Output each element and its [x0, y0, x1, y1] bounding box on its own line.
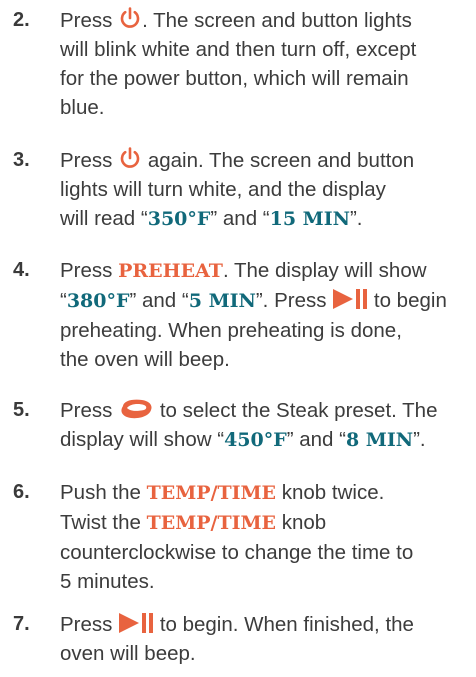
- temperature-value: 350°F: [147, 208, 211, 230]
- step-text: Press to select the Steak preset. The di…: [60, 396, 472, 455]
- text: again. The screen and button: [147, 149, 415, 172]
- text: ” and “: [210, 207, 270, 230]
- step-text: Press again. The screen and button light…: [60, 146, 472, 234]
- step-number: 5.: [13, 399, 30, 421]
- time-value: 8 MIN: [345, 429, 414, 451]
- text: “: [60, 289, 67, 312]
- text: oven will beep.: [60, 642, 196, 665]
- text: 5 minutes.: [60, 570, 155, 593]
- text: preheating. When preheating is done,: [60, 319, 402, 342]
- steak-icon: [121, 399, 152, 419]
- temp-time-knob-label: TEMP/TIME: [146, 512, 277, 534]
- text: . The screen and button lights: [142, 9, 412, 32]
- temp-time-knob-label: TEMP/TIME: [146, 482, 277, 504]
- preheat-mode-label: PREHEAT: [118, 260, 223, 282]
- text: will blink white and then turn off, exce…: [60, 38, 417, 61]
- text: blue.: [60, 96, 105, 119]
- text: ” and “: [286, 428, 346, 451]
- step-number: 6.: [13, 481, 30, 503]
- temperature-value: 450°F: [224, 429, 287, 451]
- text: Press: [60, 399, 113, 422]
- temperature-value: 380°F: [66, 290, 130, 312]
- text: Press: [60, 149, 113, 172]
- text: Push the: [60, 481, 141, 504]
- power-icon: [120, 147, 140, 168]
- text: will read “: [60, 207, 148, 230]
- text: Press: [60, 9, 113, 32]
- text: ”.: [349, 207, 363, 230]
- time-value: 5 MIN: [188, 290, 256, 312]
- step-text: Press PREHEAT. The display will show “38…: [60, 256, 472, 374]
- text: lights will turn white, and the display: [60, 178, 386, 201]
- step-text: Press . The screen and button lights wil…: [60, 6, 472, 122]
- text: to begin: [373, 289, 447, 312]
- text: to select the Steak preset. The: [159, 399, 438, 422]
- text: knob twice.: [281, 481, 385, 504]
- text: . The display will show: [222, 259, 427, 282]
- start-pause-icon: [119, 613, 154, 633]
- power-icon: [120, 7, 140, 28]
- step-number: 7.: [13, 613, 30, 635]
- text: ”. Press: [255, 289, 327, 312]
- step-number: 4.: [13, 259, 30, 281]
- step-text: Push the TEMP/TIME knob twice. Twist the…: [60, 478, 472, 596]
- step-text: Press to begin. When finished, the oven …: [60, 610, 472, 668]
- text: ” and “: [129, 289, 189, 312]
- text: Press: [60, 259, 113, 282]
- step-number: 2.: [13, 9, 30, 31]
- step-number: 3.: [13, 149, 30, 171]
- time-value: 15 MIN: [269, 208, 350, 230]
- start-pause-icon: [333, 289, 368, 309]
- text: for the power button, which will remain: [60, 67, 409, 90]
- text: display will show “: [60, 428, 225, 451]
- text: knob: [281, 511, 327, 534]
- text: to begin. When finished, the: [159, 613, 414, 636]
- text: counterclockwise to change the time to: [60, 541, 414, 564]
- text: the oven will beep.: [60, 348, 230, 371]
- text: ”.: [413, 428, 426, 451]
- text: Press: [60, 613, 113, 636]
- text: Twist the: [60, 511, 141, 534]
